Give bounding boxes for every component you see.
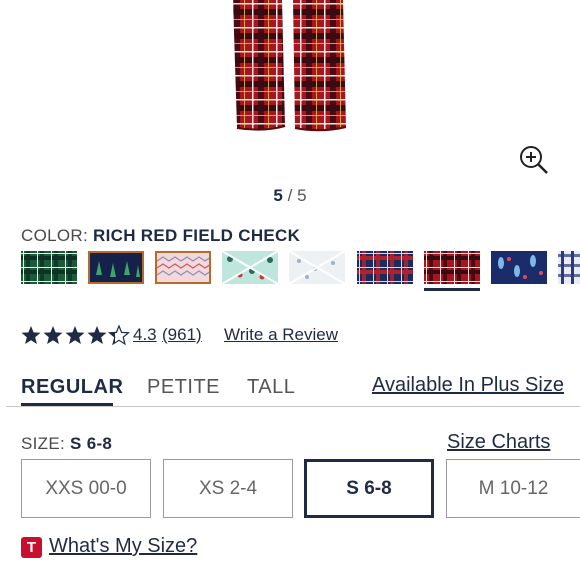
swatch-green-plaid[interactable] xyxy=(21,251,77,284)
whats-my-size-link[interactable]: What's My Size? xyxy=(49,535,197,558)
swatch-mint-pattern[interactable] xyxy=(221,250,279,285)
tab-petite[interactable]: PETITE xyxy=(147,376,220,399)
size-option-xs[interactable]: XS 2-4 xyxy=(163,459,293,518)
swatch-white-pattern[interactable] xyxy=(288,250,346,285)
size-label: SIZE: S 6-8 xyxy=(21,434,112,454)
size-charts-link[interactable]: Size Charts xyxy=(447,431,550,454)
star-icon xyxy=(87,326,107,344)
tabs-divider xyxy=(6,406,580,407)
star-partial-icon xyxy=(108,325,130,345)
swatch-navy-print[interactable] xyxy=(491,251,547,284)
product-image xyxy=(225,0,350,133)
pager-separator: / xyxy=(287,186,293,205)
write-review-link[interactable]: Write a Review xyxy=(224,325,338,345)
pager-total: 5 xyxy=(297,186,307,205)
selected-color-name: RICH RED FIELD CHECK xyxy=(93,226,301,245)
stars xyxy=(21,324,131,346)
selected-size: S 6-8 xyxy=(70,434,113,453)
star-rating xyxy=(21,323,131,347)
star-icon xyxy=(21,326,41,344)
star-icon xyxy=(43,326,63,344)
star-icons xyxy=(21,325,130,345)
swatch-pink-chevron[interactable] xyxy=(155,251,212,284)
true-fit-icon: T xyxy=(21,537,42,558)
rating-value[interactable]: 4.3 xyxy=(133,325,157,345)
swatch-navy-red-plaid[interactable] xyxy=(357,251,413,284)
swatch-partial-plaid[interactable] xyxy=(558,251,580,284)
tab-regular[interactable]: REGULAR xyxy=(21,376,123,399)
plus-size-link[interactable]: Available In Plus Size xyxy=(372,374,564,397)
gallery-pager: 5 / 5 xyxy=(0,186,580,206)
color-label: COLOR: RICH RED FIELD CHECK xyxy=(21,226,300,246)
size-label-prefix: SIZE: xyxy=(21,434,66,453)
swatch-navy-trees[interactable] xyxy=(88,251,144,284)
size-option-xxs[interactable]: XXS 00-0 xyxy=(21,459,151,518)
size-option-s[interactable]: S 6-8 xyxy=(304,459,434,518)
star-icon xyxy=(65,326,85,344)
color-label-prefix: COLOR: xyxy=(21,226,88,245)
zoom-in-icon[interactable] xyxy=(518,144,550,176)
pager-current: 5 xyxy=(273,186,283,205)
tab-tall[interactable]: TALL xyxy=(247,376,295,399)
rating-count[interactable]: (961) xyxy=(162,325,202,345)
size-option-m[interactable]: M 10-12 xyxy=(446,459,580,518)
swatch-rich-red-field-check[interactable] xyxy=(424,251,480,291)
